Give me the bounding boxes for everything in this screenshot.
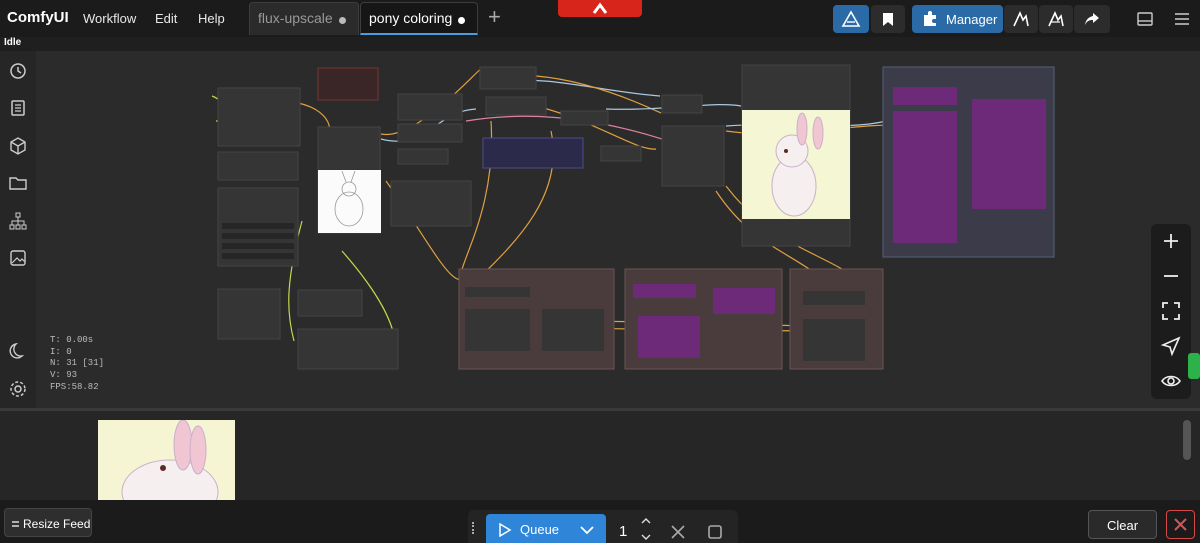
extension-badge[interactable] — [1188, 353, 1200, 379]
feed-scrollbar[interactable] — [1183, 420, 1191, 460]
node-tool-button-2[interactable] — [1039, 5, 1073, 33]
history-icon[interactable] — [8, 61, 28, 81]
new-tab-icon[interactable]: + — [488, 6, 501, 28]
tab-label: pony coloring — [369, 10, 453, 26]
bookmark-button[interactable] — [871, 5, 905, 33]
unsaved-dot-icon[interactable] — [458, 17, 465, 24]
triangle-logo-icon — [841, 10, 861, 27]
top-menu-bar: ComfyUI Workflow Edit Help flux-upscale … — [0, 0, 1200, 37]
bookmark-icon — [883, 12, 893, 26]
zoom-out-icon[interactable] — [1159, 264, 1183, 288]
waveform-alt-icon — [1048, 11, 1064, 27]
images-icon[interactable] — [8, 248, 28, 268]
batch-count-input[interactable]: 1 — [619, 523, 627, 540]
clear-button[interactable]: Clear — [1088, 510, 1157, 539]
moon-icon[interactable] — [8, 341, 28, 361]
workflow-canvas[interactable]: T: 0.00s I: 0 N: 31 [31] V: 93 FPS:58.82 — [36, 51, 1200, 408]
play-icon — [499, 523, 512, 537]
stat-v: V: 93 — [50, 370, 78, 381]
fit-view-icon[interactable] — [1159, 299, 1183, 323]
menu-help[interactable]: Help — [198, 11, 225, 26]
chevron-down-icon[interactable] — [580, 525, 594, 535]
queue-feed — [0, 408, 1200, 503]
close-icon — [1174, 518, 1187, 531]
status-text: Idle — [4, 37, 22, 48]
stop-square-icon[interactable] — [708, 525, 722, 539]
puzzle-icon — [924, 11, 936, 26]
tab-flux-upscale[interactable]: flux-upscale — [249, 2, 359, 35]
resize-feed-label: Resize Feed — [23, 517, 91, 531]
stat-i: I: 0 — [50, 346, 72, 357]
sketch-image-preview — [318, 170, 381, 233]
graph-nodes[interactable] — [217, 64, 1055, 370]
unsaved-dot-icon[interactable] — [339, 17, 346, 24]
node-tool-button[interactable] — [1004, 5, 1038, 33]
stat-nodes: N: 31 [31] — [50, 358, 105, 369]
stat-fps: FPS:58.82 — [50, 381, 99, 392]
node-graph[interactable] — [36, 51, 1200, 408]
tab-pony-coloring[interactable]: pony coloring — [360, 2, 478, 35]
queue-status-tab[interactable] — [558, 0, 642, 17]
app-logo: ComfyUI — [7, 9, 69, 26]
status-bar: Idle — [0, 37, 1200, 51]
manager-label: Manager — [946, 11, 998, 27]
hamburger-menu-button[interactable] — [1170, 5, 1194, 33]
resize-feed-button[interactable]: Resize Feed — [4, 508, 92, 537]
decrement-icon[interactable] — [641, 533, 651, 541]
increment-icon[interactable] — [641, 517, 651, 525]
cube-icon[interactable] — [8, 136, 28, 156]
eye-icon[interactable] — [1159, 369, 1183, 393]
node-tree-icon[interactable] — [8, 211, 28, 231]
queue-label: Queue — [520, 522, 560, 537]
canvas-zoom-toolbar — [1151, 224, 1191, 399]
queue-list-icon[interactable] — [8, 98, 28, 118]
feed-image-thumbnail[interactable] — [98, 420, 235, 503]
drag-handle-icon[interactable] — [472, 522, 475, 534]
canvas-stats: T: 0.00s I: 0 N: 31 [31] V: 93 FPS:58.82 — [50, 335, 104, 394]
toggle-panel-button[interactable] — [1133, 5, 1157, 33]
tab-label: flux-upscale — [258, 10, 333, 26]
settings-gear-icon[interactable] — [8, 379, 28, 399]
manager-button[interactable]: Manager — [912, 5, 1003, 33]
menu-edit[interactable]: Edit — [155, 11, 177, 26]
chevron-up-icon — [592, 2, 608, 14]
menu-workflow[interactable]: Workflow — [83, 11, 136, 26]
bottom-bar: Resize Feed Queue 1 Clear — [0, 500, 1200, 543]
resize-icon — [12, 521, 19, 527]
share-arrow-icon — [1085, 13, 1099, 25]
model-library-button[interactable] — [833, 5, 869, 33]
queue-button[interactable]: Queue — [486, 514, 606, 543]
rabbit-image — [121, 420, 219, 503]
panel-icon — [1137, 12, 1153, 26]
sidebar — [0, 51, 36, 408]
share-button[interactable] — [1074, 5, 1110, 33]
navigate-arrow-icon[interactable] — [1159, 334, 1183, 358]
cancel-x-icon[interactable] — [671, 525, 685, 539]
hamburger-icon — [1175, 13, 1189, 25]
close-feed-button[interactable] — [1166, 510, 1195, 539]
zoom-in-icon[interactable] — [1159, 229, 1183, 253]
folder-icon[interactable] — [8, 173, 28, 193]
waveform-icon — [1013, 11, 1029, 27]
stat-time: T: 0.00s — [50, 335, 94, 345]
